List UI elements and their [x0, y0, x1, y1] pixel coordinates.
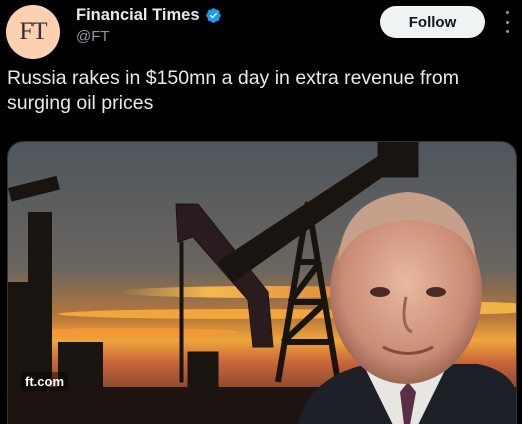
- display-name[interactable]: Financial Times: [76, 6, 200, 25]
- handle[interactable]: @FT: [76, 28, 110, 45]
- avatar-text: FT: [19, 18, 47, 45]
- verified-badge-icon: [205, 8, 221, 23]
- media-card[interactable]: [7, 141, 517, 424]
- follow-button[interactable]: Follow: [380, 6, 485, 38]
- media-image: [8, 142, 516, 424]
- tweet-text: Russia rakes in $150mn a day in extra re…: [7, 67, 459, 114]
- author-name-row: Financial Times: [76, 6, 222, 25]
- media-domain-label: ft.com: [21, 372, 68, 391]
- more-options-icon[interactable]: [500, 11, 514, 33]
- avatar[interactable]: FT: [6, 5, 60, 59]
